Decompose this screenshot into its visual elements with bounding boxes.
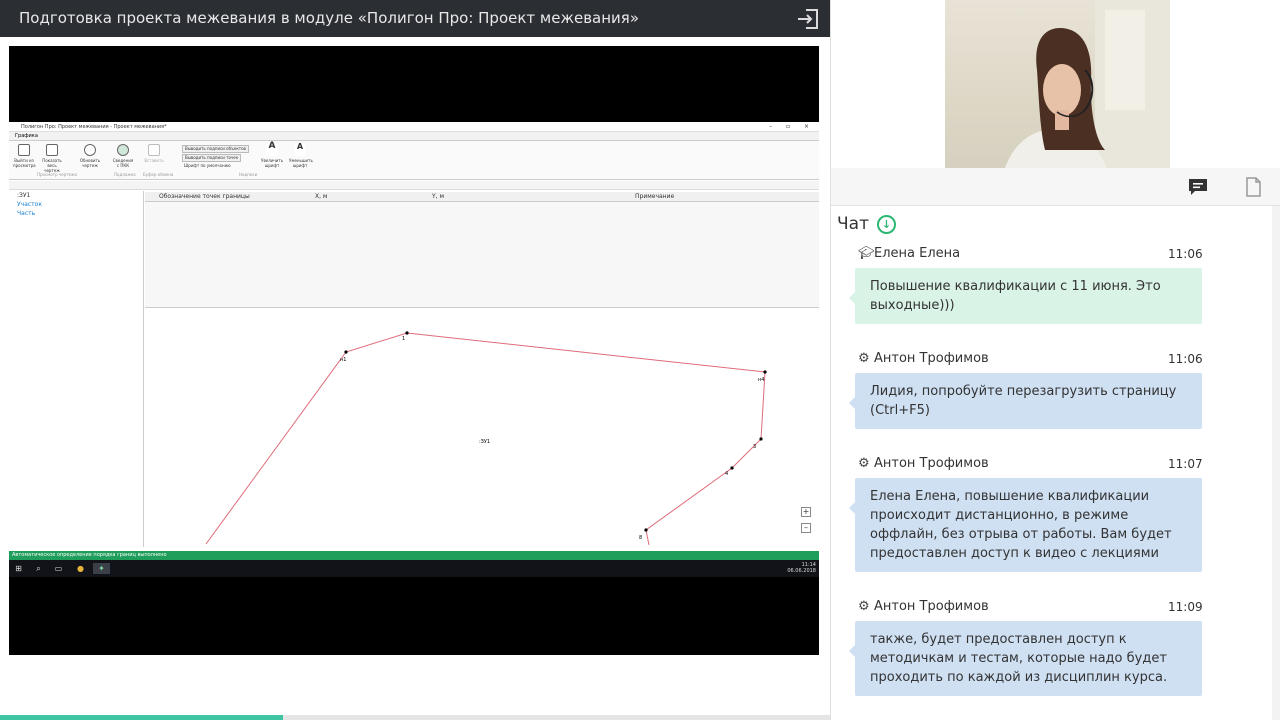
- boundary-point: [405, 331, 409, 335]
- ribbon-group-label: Буфер обмена: [143, 172, 174, 177]
- grid-column: Обозначение точек границы: [159, 193, 250, 200]
- ribbon-check: Выводить подписи точек: [182, 154, 242, 162]
- message-author: ⚙ Антон Трофимов: [858, 599, 989, 614]
- presenter-image: [1005, 0, 1170, 168]
- chat-title: Чат: [837, 214, 869, 234]
- message-author: ⚙ Антон Трофимов: [858, 351, 989, 366]
- paste-icon: [148, 144, 160, 156]
- point-label: 8: [639, 535, 642, 541]
- ribbon-button: Вставить: [143, 144, 165, 163]
- ribbon-group-label: Просмотр чертежа: [37, 172, 78, 177]
- video-player[interactable]: Полигон Про: Проект межевания - Проект м…: [9, 46, 819, 655]
- refresh-icon: [84, 144, 96, 156]
- document-icon[interactable]: [1242, 176, 1264, 198]
- message-bubble: Лидия, попробуйте перезагрузить страницу…: [849, 373, 1202, 429]
- boundary-point: [763, 370, 767, 374]
- zoom-out-button: –: [801, 523, 811, 533]
- chat-icon[interactable]: [1187, 176, 1209, 198]
- chat-scrollbar[interactable]: [1272, 206, 1280, 720]
- chat-tabs: [831, 168, 1280, 206]
- download-icon[interactable]: ↓: [877, 215, 896, 234]
- presenter-webcam: [945, 0, 1170, 168]
- page-title-bar: Подготовка проекта межевания в модуле «П…: [0, 0, 831, 37]
- message-bubble: также, будет предоставлен доступ к метод…: [849, 621, 1202, 696]
- graduation-cap-icon: 🎓︎: [858, 246, 875, 261]
- grid-column: Y, м: [432, 193, 445, 200]
- ribbon-group-label: Подложка: [114, 172, 136, 177]
- app-statusbar: Автоматическое определение порядка грани…: [9, 551, 819, 560]
- app-titlebar: Полигон Про: Проект межевания - Проект м…: [9, 122, 819, 132]
- search-icon: ⌕: [36, 564, 41, 573]
- zoom-icon: [46, 144, 58, 156]
- object-tree: :ЗУ1 Участок Часть: [9, 191, 144, 547]
- exit-icon[interactable]: [795, 6, 821, 32]
- grid-column: Примечание: [635, 193, 675, 200]
- point-label: н1: [340, 357, 346, 363]
- boundary-point: [759, 437, 763, 441]
- clock-date: 06.06.2018: [787, 568, 816, 574]
- ribbon-button: Показать весь чертеж: [41, 144, 63, 173]
- panel-divider: [830, 0, 831, 720]
- boundary-point: [730, 466, 734, 470]
- ribbon-button: A Уменьшить шрифт: [289, 142, 313, 169]
- ribbon-button: Выйти из просмотра: [13, 144, 36, 168]
- windows-start-icon: ⊞: [15, 564, 22, 573]
- app-title: Полигон Про: Проект межевания - Проект м…: [21, 124, 167, 130]
- gear-icon: ⚙: [858, 599, 870, 614]
- tool-row: [9, 181, 819, 190]
- page-title: Подготовка проекта межевания в модуле «П…: [19, 9, 640, 27]
- grid-header: Обозначение точек границы X, м Y, м Прим…: [145, 192, 819, 202]
- message-time: 11:09: [1168, 600, 1203, 614]
- ribbon-group-label: Надписи: [239, 172, 258, 177]
- message-bubble: Елена Елена, повышение квалификации прои…: [849, 478, 1202, 572]
- parcel-label: :ЗУ1: [479, 439, 490, 445]
- polygon-app-icon: ✦: [93, 563, 110, 574]
- boundary-point: [644, 528, 648, 532]
- drawing-canvas: н1 1 н4 3 4 8 :ЗУ1 + –: [145, 309, 819, 549]
- message-time: 11:06: [1168, 352, 1203, 366]
- point-label: 4: [725, 471, 728, 477]
- ribbon-check: Выводить подписи объектов: [182, 145, 249, 153]
- zoom-in-button: +: [801, 507, 811, 517]
- point-label: 3: [753, 444, 756, 450]
- task-view-icon: ▭: [54, 564, 63, 573]
- os-taskbar: ⊞ ⌕ ▭ ● ✦ 11:14 06.06.2018: [9, 560, 819, 577]
- globe-icon: [117, 144, 129, 156]
- ribbon-tab: Графика: [9, 132, 819, 141]
- tree-item: :ЗУ1: [17, 192, 31, 199]
- document-icon: [18, 144, 30, 156]
- tree-item: Участок: [17, 201, 42, 208]
- video-progress-bar[interactable]: [0, 715, 831, 720]
- message-time: 11:06: [1168, 247, 1203, 261]
- point-label: н4: [758, 377, 764, 383]
- gear-icon: ⚙: [858, 351, 870, 366]
- window-controls: – ▫ ×: [769, 123, 815, 130]
- gear-icon: ⚙: [858, 456, 870, 471]
- grid-column: X, м: [315, 193, 328, 200]
- chrome-icon: ●: [77, 564, 84, 573]
- font-decrease-icon: A: [294, 143, 306, 156]
- screen-share: Полигон Про: Проект межевания - Проект м…: [9, 122, 819, 577]
- os-clock: 11:14 06.06.2018: [787, 562, 816, 574]
- point-label: 1: [402, 336, 405, 342]
- ribbon-button: Обновить чертеж: [79, 144, 101, 168]
- ribbon-button: A Увеличить шрифт: [261, 141, 284, 169]
- video-progress-fill: [0, 715, 283, 720]
- ribbon-button: Сведения с ПКК: [112, 144, 134, 168]
- message-author: ⚙ Антон Трофимов: [858, 456, 989, 471]
- message-time: 11:07: [1168, 457, 1203, 471]
- font-increase-icon: A: [266, 142, 278, 156]
- message-author: 🎓︎Елена Елена: [858, 246, 961, 261]
- ribbon-check: Шрифт по умолчанию: [184, 163, 231, 168]
- tree-item: Часть: [17, 210, 36, 217]
- ribbon: Выйти из просмотра Показать весь чертеж …: [9, 141, 819, 180]
- boundary-point: [344, 350, 348, 354]
- grid-body: [145, 202, 819, 308]
- message-bubble: Повышение квалификации с 11 июня. Это вы…: [849, 268, 1202, 324]
- boundary-drawing: н1 1 н4 3 4 8 :ЗУ1: [205, 331, 767, 546]
